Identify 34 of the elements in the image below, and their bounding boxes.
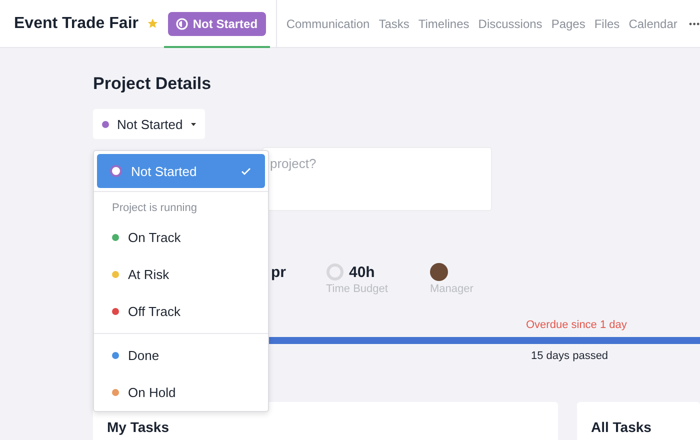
nav-tab[interactable]: Tasks xyxy=(378,16,410,30)
caret-icon xyxy=(190,122,196,126)
star-icon[interactable] xyxy=(146,16,158,31)
overdue-text: Overdue since 1 day xyxy=(526,319,628,333)
more-icon[interactable] xyxy=(689,20,700,26)
nav-tab[interactable]: Pages xyxy=(551,16,586,30)
status-dropdown[interactable]: Not Started xyxy=(93,109,205,139)
status-option[interactable]: At Risk xyxy=(94,256,268,293)
status-icon xyxy=(176,18,188,30)
status-option[interactable]: Not Started xyxy=(97,154,265,188)
page-title: Project Details xyxy=(93,74,212,95)
stat-label: Time Budget xyxy=(326,283,388,295)
description-field[interactable]: project? xyxy=(262,147,492,211)
nav-tab[interactable]: Files xyxy=(594,16,620,30)
stat-value: pr xyxy=(271,264,286,280)
menu-section-heading: Project is running xyxy=(111,201,198,216)
nav-tab[interactable]: Timelines xyxy=(418,16,470,30)
stat-label: Manager xyxy=(430,283,474,295)
project-title: Event Trade Fair xyxy=(14,14,138,32)
ring-icon xyxy=(326,263,344,281)
status-option[interactable]: On Hold xyxy=(94,374,268,411)
status-option[interactable]: On Track xyxy=(94,219,268,256)
nav-tab[interactable]: Discussions xyxy=(478,16,542,30)
nav-tab[interactable]: Communication xyxy=(286,16,370,30)
status-option[interactable]: Done xyxy=(94,337,268,374)
check-icon xyxy=(241,167,251,175)
card-title: All Tasks xyxy=(591,419,652,435)
status-badge[interactable]: Not Started xyxy=(168,12,266,36)
stat-value: 40h xyxy=(349,264,375,280)
nav-tab[interactable]: Calendar xyxy=(628,16,678,30)
days-passed-text: 15 days passed xyxy=(531,350,610,362)
status-option[interactable]: Off Track xyxy=(94,293,268,330)
card-title: My Tasks xyxy=(107,419,170,435)
avatar xyxy=(430,263,448,281)
